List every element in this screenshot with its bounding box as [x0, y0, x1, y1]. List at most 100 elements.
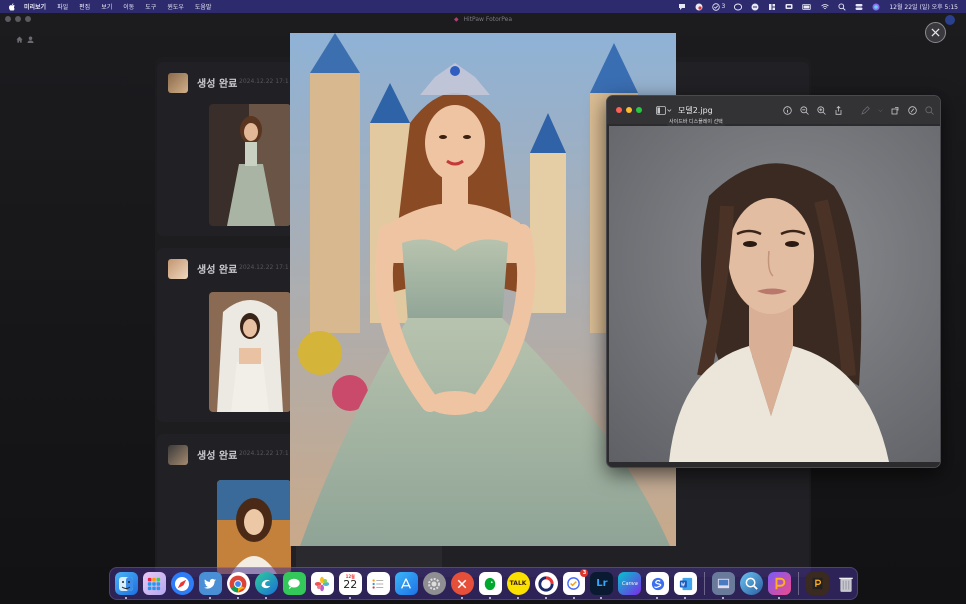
app-title: ◆ HitPaw FotorPea — [0, 16, 966, 23]
preview-maximize-button[interactable] — [636, 107, 642, 113]
cross-arrows-icon — [457, 579, 467, 588]
zoom-out-icon[interactable] — [800, 105, 809, 115]
dock-canva-icon[interactable]: Canva — [618, 572, 642, 595]
dock-appstore-icon[interactable] — [394, 572, 418, 595]
app-store-a-icon — [401, 577, 412, 589]
preview-toolbar: 모델2.jpg — [607, 96, 940, 124]
sidebar-toggle-icon[interactable] — [656, 105, 672, 115]
dock-separator — [798, 572, 800, 595]
preview-filename: 모델2.jpg — [678, 105, 713, 115]
menu-app-name[interactable]: 미리보기 — [24, 2, 46, 11]
dock-messages-icon[interactable] — [282, 572, 306, 595]
battery-icon[interactable] — [802, 3, 812, 11]
account-icon[interactable] — [945, 15, 955, 25]
menu-bar: 미리보기 파일 편집 보기 이동 도구 윈도우 도움말 3 12월 22일 (일… — [0, 0, 966, 13]
checkmark-circle-icon — [567, 577, 581, 590]
dock-twitter-icon[interactable] — [198, 572, 222, 599]
result-status-label: 생성 완료 — [197, 79, 238, 90]
dock-settings-icon[interactable] — [422, 572, 446, 595]
edge-logo-icon — [261, 579, 271, 588]
chevron-down-icon[interactable] — [878, 106, 883, 115]
dock-photos-icon[interactable] — [310, 572, 334, 595]
menu-help[interactable]: 도움말 — [195, 2, 212, 11]
magnifier-icon — [745, 577, 759, 590]
creative-cloud-icon[interactable] — [734, 3, 743, 11]
word-logo-icon — [679, 577, 692, 590]
dock-lightroom-icon[interactable]: Lr — [590, 572, 614, 599]
vpn-icon[interactable] — [751, 3, 759, 11]
info-icon[interactable] — [783, 105, 792, 115]
dock-fotorpea-icon[interactable] — [768, 572, 792, 599]
status-check-item[interactable]: 3 — [711, 2, 725, 11]
menu-tools[interactable]: 도구 — [145, 2, 156, 11]
fotorpea-logo-icon — [775, 577, 786, 589]
close-overlay-button[interactable] — [925, 22, 946, 43]
chat-icon[interactable] — [678, 3, 686, 11]
result-thumbnail[interactable] — [209, 292, 291, 412]
trash-bin-icon — [838, 577, 853, 592]
menu-go[interactable]: 이동 — [123, 2, 134, 11]
dock-calendar-icon[interactable]: 12월 22 — [338, 572, 362, 599]
lightroom-label: Lr — [596, 578, 608, 589]
control-center-icon[interactable] — [855, 3, 863, 11]
markup-pen-icon[interactable] — [861, 105, 870, 115]
dock-word-icon[interactable] — [674, 572, 698, 599]
canva-label: Canva — [622, 580, 638, 587]
search-icon[interactable] — [838, 2, 846, 11]
status-area: 3 12월 22일 (일) 오후 5:15 — [678, 2, 958, 11]
wifi-icon[interactable] — [821, 3, 830, 11]
preview-window-controls — [616, 107, 642, 113]
photos-flower-icon — [315, 576, 330, 591]
dock-quicklook-icon[interactable] — [740, 572, 764, 595]
dock-chrome-icon[interactable] — [226, 572, 250, 599]
dock-safari-icon[interactable] — [170, 572, 194, 595]
rotate-icon[interactable] — [891, 106, 900, 115]
menu-file[interactable]: 파일 — [57, 2, 68, 11]
apple-logo-icon[interactable] — [8, 2, 16, 11]
dock-app-red-icon[interactable] — [450, 572, 474, 599]
desktop: 미리보기 파일 편집 보기 이동 도구 윈도우 도움말 3 12월 22일 (일… — [0, 0, 966, 604]
menu-edit[interactable]: 편집 — [79, 2, 90, 11]
dock-finder-icon[interactable] — [115, 572, 138, 599]
dock-app-ring-icon[interactable] — [534, 572, 558, 599]
dock-kakaotalk-icon[interactable]: TALK — [506, 572, 530, 599]
share-icon[interactable] — [834, 105, 843, 115]
dock-reminders-icon[interactable] — [366, 572, 390, 595]
record-icon[interactable] — [695, 3, 703, 11]
dock-preview-icon[interactable] — [712, 572, 736, 599]
user-icon[interactable] — [27, 36, 34, 43]
dock-evernote-icon[interactable] — [478, 572, 502, 599]
dock-edge-icon[interactable] — [254, 572, 278, 599]
dock-recent-fotorpea-icon[interactable] — [806, 572, 830, 595]
menu-view[interactable]: 보기 — [101, 2, 112, 11]
dock-launchpad-icon[interactable] — [142, 572, 166, 595]
result-date: 2024.12.22 17:1 — [239, 78, 289, 85]
dock-trash-icon[interactable] — [834, 572, 857, 595]
display-icon[interactable] — [785, 3, 793, 11]
preview-close-button[interactable] — [616, 107, 622, 113]
menu-window[interactable]: 윈도우 — [167, 2, 184, 11]
dock-ticktick-icon[interactable]: 3 — [562, 569, 589, 599]
elephant-icon — [484, 577, 496, 590]
dock-app-s-icon[interactable] — [646, 572, 670, 599]
menubar-clock[interactable]: 12월 22일 (일) 오후 5:15 — [889, 2, 958, 11]
preview-photos-icon — [718, 578, 730, 589]
chrome-logo-icon — [229, 575, 247, 592]
app-title-text: HitPaw FotorPea — [463, 16, 513, 23]
zoom-in-icon[interactable] — [817, 105, 826, 115]
preview-tools — [783, 105, 934, 115]
markup-icon[interactable] — [908, 105, 917, 115]
siri-icon[interactable] — [872, 3, 880, 11]
search-icon[interactable] — [925, 105, 934, 115]
result-avatar — [168, 445, 188, 465]
image-strip — [296, 546, 442, 568]
finder-face-icon — [119, 576, 134, 591]
preview-minimize-button[interactable] — [626, 107, 632, 113]
result-thumbnail[interactable] — [209, 104, 291, 226]
dock-separator — [704, 572, 706, 595]
home-icon[interactable] — [16, 36, 23, 43]
result-thumbnail[interactable] — [217, 480, 291, 574]
split-view-icon[interactable] — [768, 3, 776, 11]
fotorpea-doc-icon — [812, 577, 823, 590]
preview-image[interactable] — [609, 126, 940, 462]
